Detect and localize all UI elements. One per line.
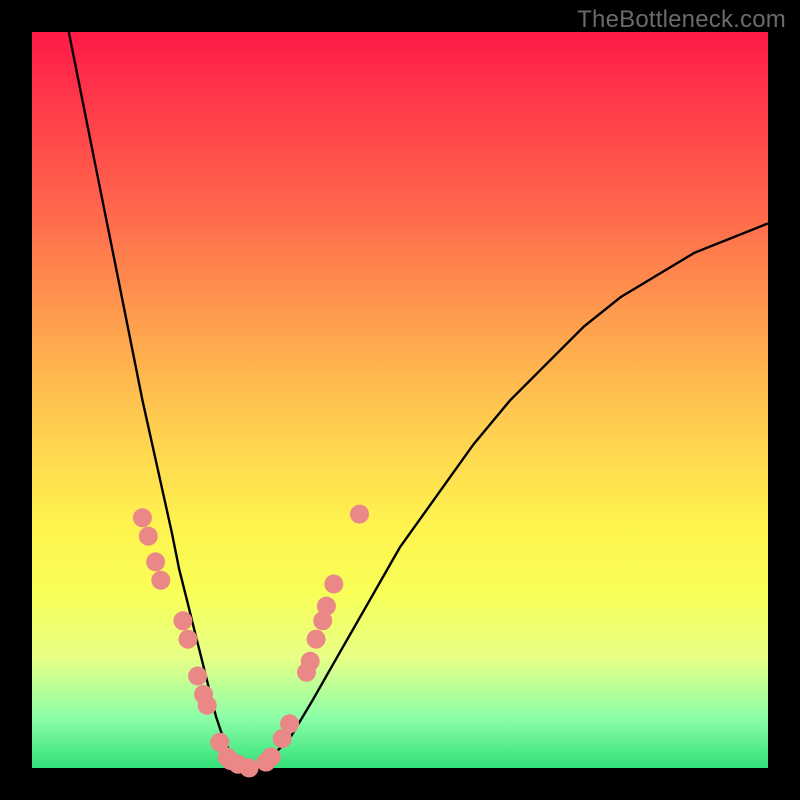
data-marker: [173, 611, 192, 630]
watermark-text: TheBottleneck.com: [577, 6, 786, 34]
data-marker: [301, 652, 320, 671]
data-marker: [240, 759, 259, 778]
data-marker: [151, 571, 170, 590]
data-marker: [317, 597, 336, 616]
data-marker: [139, 527, 158, 546]
chart-frame: TheBottleneck.com: [0, 0, 800, 800]
data-marker: [198, 696, 217, 715]
data-marker: [133, 508, 152, 527]
bottleneck-curve: [69, 32, 768, 768]
data-marker: [146, 552, 165, 571]
data-marker: [280, 714, 299, 733]
data-marker: [307, 630, 326, 649]
data-marker: [324, 575, 343, 594]
chart-svg: [0, 0, 800, 800]
data-marker: [262, 748, 281, 767]
data-marker: [350, 505, 369, 524]
data-marker: [179, 630, 198, 649]
data-marker: [188, 667, 207, 686]
marker-group: [133, 505, 369, 778]
